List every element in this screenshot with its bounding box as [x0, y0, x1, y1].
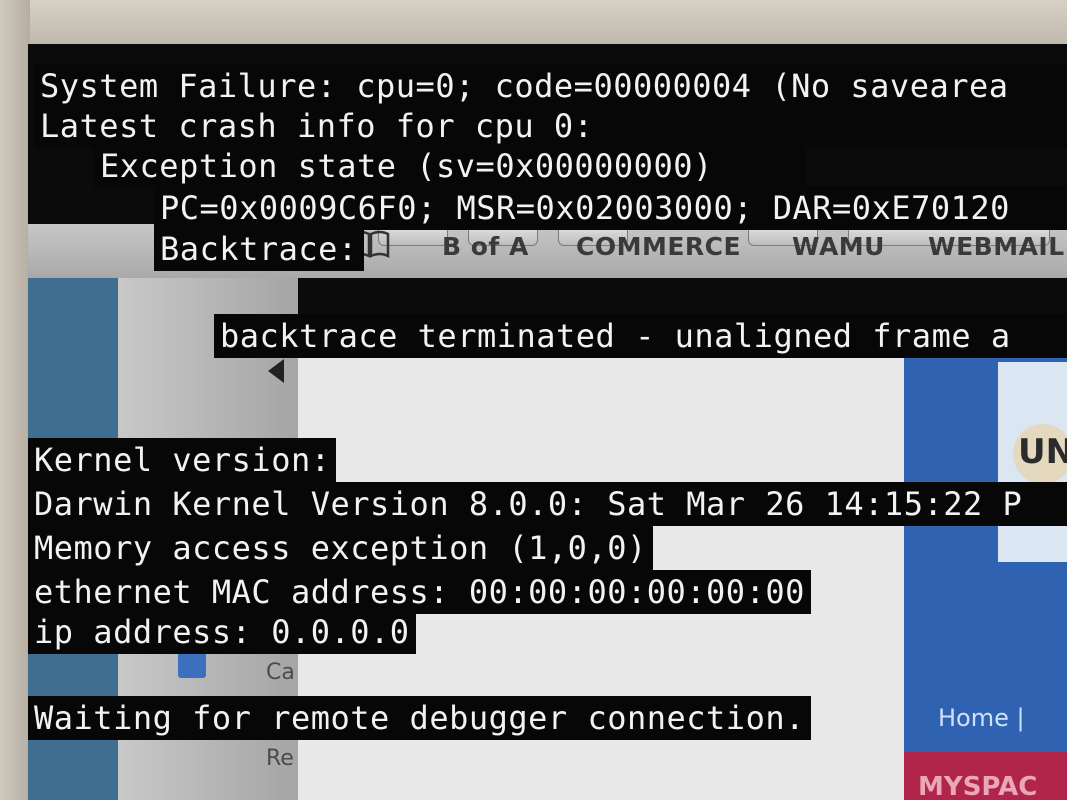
panic-darwin-version: Darwin Kernel Version 8.0.0: Sat Mar 26 …: [28, 482, 1067, 526]
grid-icon[interactable]: [178, 652, 206, 678]
webpage-home-link[interactable]: Home |: [938, 704, 1025, 732]
panic-exception-state: Exception state (sv=0x00000000): [94, 144, 806, 188]
panic-registers: PC=0x0009C6F0; MSR=0x02003000; DAR=0xE70…: [154, 186, 1067, 230]
sidebar-item-label[interactable]: Re: [266, 746, 294, 771]
sidebar-item-label[interactable]: Ca: [266, 660, 295, 685]
webpage-banner-text: MYSPAC: [918, 772, 1038, 800]
bookmark-wamu[interactable]: WAMU: [792, 232, 885, 261]
photo-frame: B of A COMMERCE WAMU WEBMAIL UN Home | M…: [0, 0, 1067, 800]
back-arrow-icon[interactable]: [268, 359, 284, 383]
monitor-bezel-left: [0, 0, 30, 800]
panic-ip-address: ip address: 0.0.0.0: [28, 610, 416, 654]
panic-system-failure: System Failure: cpu=0; code=00000004 (No…: [34, 64, 1067, 108]
panic-latest-crash-info: Latest crash info for cpu 0:: [34, 104, 1067, 148]
panic-waiting-debugger: Waiting for remote debugger connection.: [28, 696, 811, 740]
panic-memory-exception: Memory access exception (1,0,0): [28, 526, 653, 570]
panic-backtrace-terminated: backtrace terminated - unaligned frame a: [214, 314, 1067, 358]
panic-kernel-version-label: Kernel version:: [28, 438, 337, 482]
kernel-panic-screen: B of A COMMERCE WAMU WEBMAIL UN Home | M…: [28, 44, 1067, 800]
monitor-bezel-top: [0, 0, 1067, 48]
panic-mac-address: ethernet MAC address: 00:00:00:00:00:00: [28, 570, 811, 614]
panic-backtrace-label: Backtrace:: [154, 227, 364, 271]
bookmark-commerce[interactable]: COMMERCE: [576, 232, 741, 261]
bookmark-bofa[interactable]: B of A: [442, 232, 529, 261]
webpage-logo-text: UN: [1018, 432, 1067, 472]
bookmark-webmail[interactable]: WEBMAIL: [928, 232, 1065, 261]
